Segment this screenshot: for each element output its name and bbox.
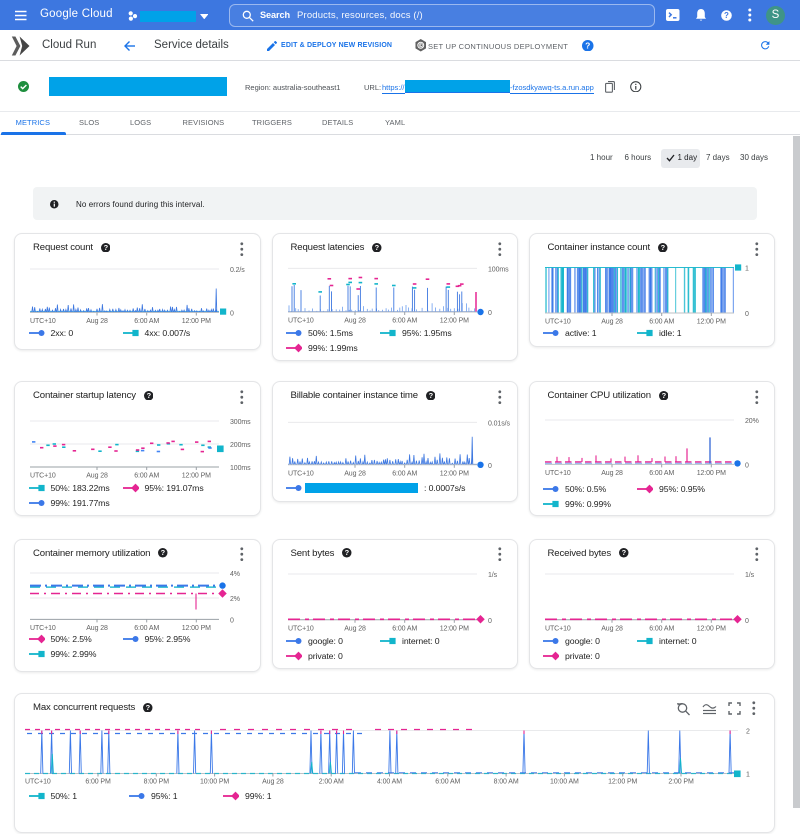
svg-text:Aug 28: Aug 28: [601, 625, 623, 632]
svg-text:0.01s/s: 0.01s/s: [488, 420, 510, 427]
svg-text:300ms: 300ms: [230, 419, 251, 426]
svg-text:Aug 28: Aug 28: [344, 625, 366, 632]
svg-text:?: ?: [429, 391, 434, 400]
svg-text:1: 1: [746, 772, 750, 779]
svg-text:6:00 AM: 6:00 AM: [649, 470, 674, 477]
svg-text:?: ?: [146, 391, 151, 400]
svg-text:1: 1: [745, 266, 749, 273]
svg-text:12:00 PM: 12:00 PM: [182, 624, 211, 631]
svg-text:UTC+10: UTC+10: [30, 473, 56, 480]
svg-text:12:00 PM: 12:00 PM: [439, 318, 468, 325]
svg-text:2:00 PM: 2:00 PM: [668, 779, 694, 786]
svg-text:10:00 PM: 10:00 PM: [200, 779, 229, 786]
svg-text:Aug 28: Aug 28: [601, 470, 623, 477]
svg-text:20%: 20%: [745, 418, 759, 425]
svg-text:12:00 PM: 12:00 PM: [696, 319, 725, 326]
svg-text:6:00 AM: 6:00 AM: [392, 625, 417, 632]
svg-text:UTC+10: UTC+10: [545, 625, 571, 632]
svg-text:2: 2: [746, 729, 750, 736]
svg-text:2%: 2%: [230, 596, 240, 603]
svg-text:Aug 28: Aug 28: [86, 473, 108, 480]
svg-text:?: ?: [622, 548, 627, 557]
svg-text:0: 0: [745, 311, 749, 318]
svg-text:UTC+10: UTC+10: [545, 319, 571, 326]
svg-text:?: ?: [724, 11, 729, 20]
svg-text:6:00 AM: 6:00 AM: [392, 318, 417, 325]
svg-text:UTC+10: UTC+10: [288, 470, 314, 477]
svg-text:0: 0: [230, 617, 234, 624]
svg-text:0: 0: [745, 617, 749, 624]
svg-text:4:00 AM: 4:00 AM: [377, 779, 402, 786]
svg-text:?: ?: [103, 243, 108, 252]
svg-text:12:00 PM: 12:00 PM: [439, 470, 468, 477]
svg-text:6:00 AM: 6:00 AM: [392, 470, 417, 477]
svg-text:?: ?: [375, 243, 380, 252]
svg-text:8:00 PM: 8:00 PM: [144, 779, 170, 786]
svg-text:4%: 4%: [230, 571, 240, 578]
svg-text:UTC+10: UTC+10: [288, 625, 314, 632]
svg-text:12:00 PM: 12:00 PM: [182, 318, 211, 325]
svg-text:Aug 28: Aug 28: [344, 318, 366, 325]
svg-text:Aug 28: Aug 28: [86, 624, 108, 631]
svg-text:?: ?: [661, 243, 666, 252]
svg-text:6:00 PM: 6:00 PM: [85, 779, 111, 786]
svg-text:1/s: 1/s: [745, 572, 755, 579]
svg-text:?: ?: [662, 391, 667, 400]
svg-text:100ms: 100ms: [230, 465, 251, 472]
svg-text:0: 0: [745, 462, 749, 469]
svg-text:0: 0: [488, 617, 492, 624]
svg-text:UTC+10: UTC+10: [30, 318, 56, 325]
svg-text:UTC+10: UTC+10: [25, 779, 51, 786]
svg-text:Aug 28: Aug 28: [601, 319, 623, 326]
svg-text:100ms: 100ms: [488, 266, 509, 273]
svg-text:6:00 AM: 6:00 AM: [435, 779, 460, 786]
svg-text:8:00 AM: 8:00 AM: [494, 779, 519, 786]
svg-text:12:00 PM: 12:00 PM: [696, 470, 725, 477]
svg-text:Aug 28: Aug 28: [344, 470, 366, 477]
svg-text:12:00 PM: 12:00 PM: [182, 473, 211, 480]
svg-text:6:00 AM: 6:00 AM: [134, 624, 159, 631]
svg-text:UTC+10: UTC+10: [30, 624, 56, 631]
svg-text:Aug 28: Aug 28: [86, 318, 108, 325]
svg-text:6:00 AM: 6:00 AM: [134, 473, 159, 480]
svg-text:12:00 PM: 12:00 PM: [439, 625, 468, 632]
svg-text:200ms: 200ms: [230, 442, 251, 449]
svg-text:12:00 PM: 12:00 PM: [696, 625, 725, 632]
svg-text:2:00 AM: 2:00 AM: [319, 779, 344, 786]
svg-text:10:00 AM: 10:00 AM: [550, 779, 579, 786]
svg-text:UTC+10: UTC+10: [288, 318, 314, 325]
svg-text:UTC+10: UTC+10: [545, 470, 571, 477]
svg-text:?: ?: [161, 548, 166, 557]
svg-text:?: ?: [345, 548, 350, 557]
svg-text:12:00 PM: 12:00 PM: [608, 779, 637, 786]
svg-text:6:00 AM: 6:00 AM: [134, 318, 159, 325]
svg-text:1/s: 1/s: [488, 572, 498, 579]
svg-text:Aug 28: Aug 28: [262, 779, 284, 786]
svg-text:0.2/s: 0.2/s: [230, 267, 245, 274]
svg-text:6:00 AM: 6:00 AM: [649, 625, 674, 632]
svg-text:?: ?: [146, 703, 151, 712]
svg-text:0: 0: [488, 463, 492, 470]
svg-text:0: 0: [230, 311, 234, 318]
svg-text:0: 0: [488, 310, 492, 317]
svg-text:6:00 AM: 6:00 AM: [649, 319, 674, 326]
svg-text:?: ?: [585, 40, 590, 50]
